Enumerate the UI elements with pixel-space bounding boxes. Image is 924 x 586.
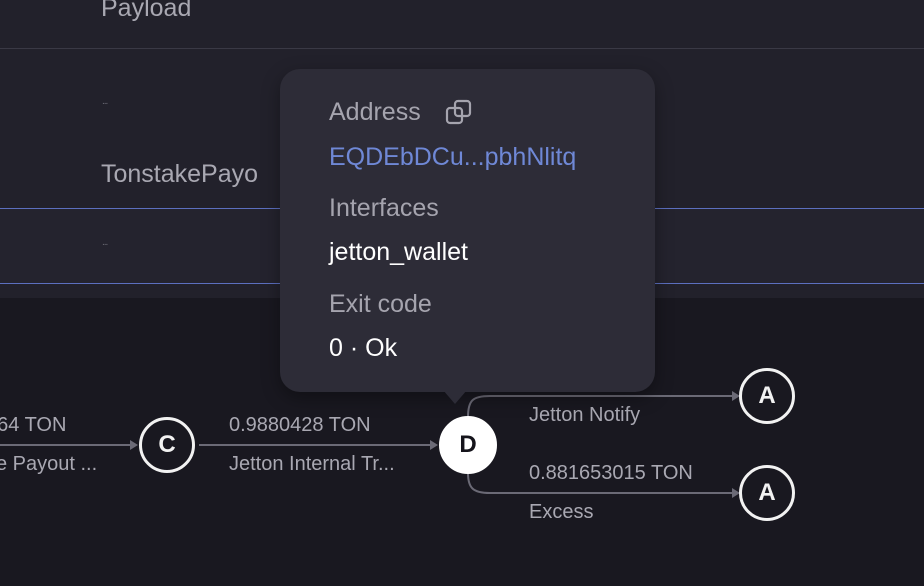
edge-arrow bbox=[130, 440, 138, 450]
edge-type: Excess bbox=[529, 501, 594, 523]
payload-placeholder: ... bbox=[102, 237, 108, 248]
address-label: Address bbox=[329, 98, 421, 126]
table-divider bbox=[0, 48, 924, 49]
payload-type-value: TonstakePayo bbox=[101, 160, 259, 188]
graph-node-a[interactable]: A bbox=[739, 368, 795, 424]
graph-node-a[interactable]: A bbox=[739, 465, 795, 521]
edge-type: Jetton Internal Tr... bbox=[229, 453, 395, 475]
tooltip-pointer bbox=[443, 390, 467, 404]
interfaces-label: Interfaces bbox=[329, 194, 439, 222]
graph-node-c[interactable]: C bbox=[139, 417, 195, 473]
payload-column-header: Payload bbox=[101, 0, 192, 22]
graph-node-d[interactable]: D bbox=[439, 416, 497, 474]
edge-amount: 664 TON bbox=[0, 414, 67, 436]
address-link[interactable]: EQDEbDCu...pbhNlitq bbox=[329, 143, 576, 172]
exit-code-value: 0 · Ok bbox=[329, 334, 398, 362]
edge-arrow bbox=[430, 440, 438, 450]
payload-placeholder: ... bbox=[102, 96, 108, 107]
edge-amount: 0.9880428 TON bbox=[229, 414, 371, 436]
node-tooltip: Address EQDEbDCu...pbhNlitq Interfaces j… bbox=[280, 69, 655, 392]
edge-type: ke Payout ... bbox=[0, 453, 98, 475]
copy-icon[interactable] bbox=[445, 99, 473, 127]
edge-type: Jetton Notify bbox=[529, 404, 641, 426]
interfaces-value: jetton_wallet bbox=[329, 238, 468, 266]
exit-code-label: Exit code bbox=[329, 290, 432, 318]
edge-amount: 0.881653015 TON bbox=[529, 462, 693, 484]
